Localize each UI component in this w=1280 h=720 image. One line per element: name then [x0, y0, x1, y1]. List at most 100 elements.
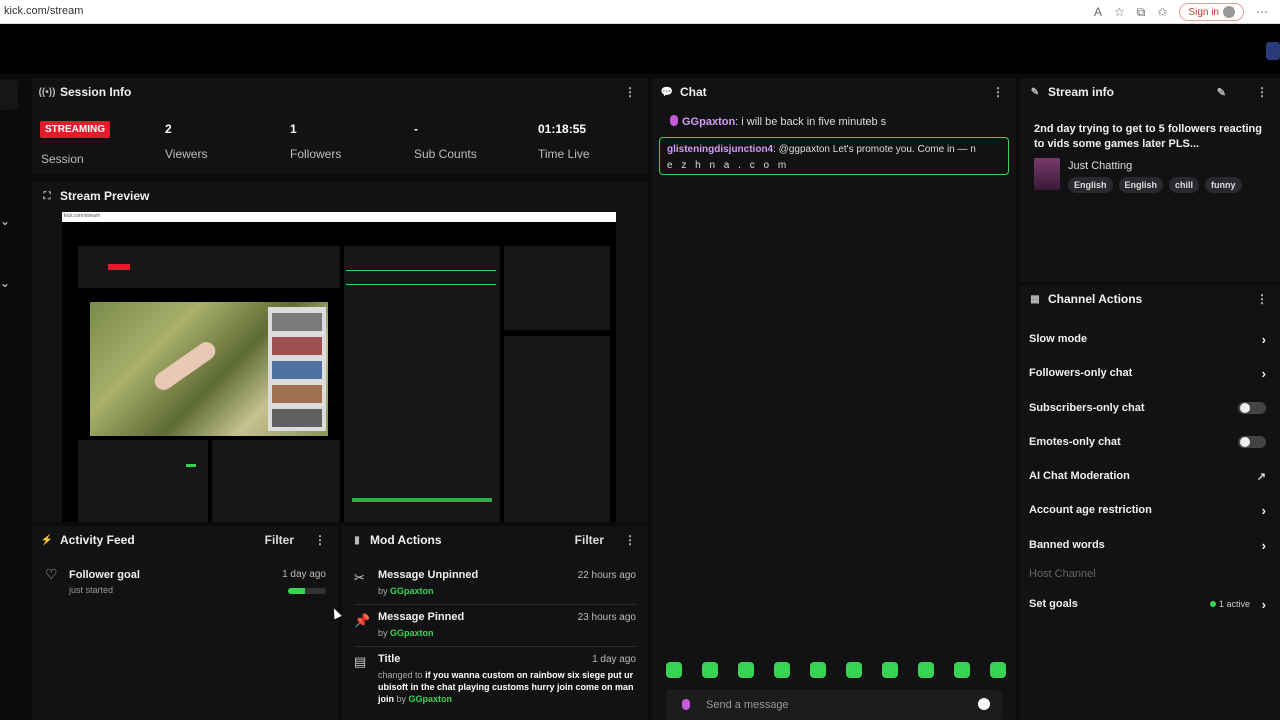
emotes-only-toggle[interactable] [1238, 436, 1266, 448]
stat-followers: 1 Followers [290, 122, 341, 161]
filter-button[interactable]: Filter [265, 533, 294, 547]
sign-in-label: Sign in [1188, 6, 1219, 18]
set-goals-row[interactable]: Set goals 1 active › [1029, 594, 1266, 614]
preview-browser-bar: kick.com/stream [62, 212, 616, 222]
row-label: AI Chat Moderation [1029, 470, 1130, 482]
stat-label: Sub Counts [414, 147, 477, 161]
followers-only-row[interactable]: Followers-only chat › [1029, 363, 1266, 383]
chat-input-box[interactable] [666, 690, 1002, 720]
host-channel-row: Host Channel [1029, 564, 1266, 584]
mic-icon [670, 115, 678, 126]
chat-bubble-icon: 💬 [660, 86, 674, 98]
mod-item-title: Message Pinned [378, 611, 465, 623]
emote-icon[interactable] [990, 662, 1006, 678]
more-menu-icon[interactable]: ⋯ [1256, 5, 1268, 19]
chat-username[interactable]: glisteningdisjunction4 [667, 144, 773, 155]
favorites-icon[interactable]: ✩ [1157, 5, 1167, 19]
emote-icon[interactable] [702, 662, 718, 678]
mod-author-link[interactable]: GGpaxton [390, 628, 434, 638]
panel-title: Channel Actions [1048, 292, 1143, 306]
lightning-icon: ⚡ [40, 534, 54, 546]
emote-icon[interactable] [954, 662, 970, 678]
row-label: Subscribers-only chat [1029, 402, 1145, 414]
stat-value: 1 [290, 122, 297, 136]
chat-message-text: : i will be back in five minuteb s [735, 116, 887, 128]
toggle-knob [1240, 437, 1250, 447]
kebab-menu-icon[interactable]: ⋮ [1256, 292, 1268, 306]
chat-message[interactable]: GGpaxton: i will be back in five minuteb… [670, 115, 886, 128]
shield-icon: ▮ [354, 534, 360, 546]
stat-label: Viewers [165, 147, 208, 161]
mod-author-link[interactable]: GGpaxton [390, 586, 434, 596]
heart-icon: ♡ [45, 566, 58, 582]
user-avatar[interactable] [1266, 42, 1280, 60]
kebab-menu-icon[interactable]: ⋮ [314, 533, 326, 547]
emoji-picker-icon[interactable] [978, 698, 990, 710]
emote-icon[interactable] [774, 662, 790, 678]
filter-button[interactable]: Filter [575, 533, 604, 547]
mod-item-title: Title [378, 653, 401, 665]
preview-mod-panel [212, 440, 340, 522]
chat-username[interactable]: GGpaxton [682, 116, 735, 128]
mod-by-prefix: by [378, 586, 388, 596]
emote-icon[interactable] [666, 662, 682, 678]
divider [354, 604, 636, 605]
kebab-menu-icon[interactable]: ⋮ [1256, 85, 1268, 99]
ai-moderation-row[interactable]: AI Chat Moderation ↗ [1029, 466, 1266, 486]
stat-sub-counts: - Sub Counts [414, 122, 477, 161]
extension-icon[interactable]: ⧉ [1137, 5, 1146, 20]
mod-actions-panel: ▮ Mod Actions Filter ⋮ ✂ Message Unpinne… [342, 526, 648, 720]
toggle-knob [1240, 403, 1250, 413]
emote-icon[interactable] [738, 662, 754, 678]
profile-avatar-icon [1223, 6, 1235, 18]
mod-changed-to: changed to [378, 670, 423, 680]
preview-webcam-image [90, 302, 328, 436]
sidebar-active-item[interactable] [0, 80, 18, 110]
kebab-menu-icon[interactable]: ⋮ [624, 85, 636, 99]
session-label: Session [41, 152, 84, 166]
read-aloud-icon[interactable]: A [1094, 5, 1102, 19]
browser-toolbar: kick.com/stream A ☆ ⧉ ✩ Sign in ⋯ [0, 0, 1280, 24]
pinned-message[interactable]: glisteningdisjunction4: @ggpaxton Let's … [659, 137, 1009, 175]
chevron-right-icon: › [1261, 502, 1266, 518]
preview-pinned-border [346, 270, 496, 271]
stat-value: - [414, 122, 418, 136]
preview-goal-bar [186, 464, 196, 467]
chevron-down-icon[interactable]: ⌄ [0, 276, 20, 290]
emote-bar [666, 662, 1006, 678]
chevron-right-icon: › [1261, 596, 1266, 612]
send-message-input[interactable] [706, 696, 956, 714]
divider [354, 646, 636, 647]
dashboard-topbar [0, 24, 1280, 74]
mod-item-title: Message Unpinned [378, 569, 479, 581]
mod-item-author: by GGpaxton [378, 628, 434, 638]
favorite-star-icon[interactable]: ☆ [1114, 5, 1125, 19]
sign-in-button[interactable]: Sign in [1179, 3, 1244, 21]
kebab-menu-icon[interactable]: ⋮ [624, 533, 636, 547]
emote-icon[interactable] [810, 662, 826, 678]
stat-time-live: 01:18:55 Time Live [538, 122, 590, 161]
account-age-row[interactable]: Account age restriction › [1029, 500, 1266, 520]
chevron-down-icon[interactable]: ⌄ [0, 214, 20, 228]
emote-icon[interactable] [846, 662, 862, 678]
mod-item-author: by GGpaxton [378, 586, 434, 596]
edit-pencil-icon[interactable]: ✎ [1217, 86, 1226, 99]
feed-item-time: 1 day ago [282, 569, 326, 580]
stream-preview-video[interactable]: kick.com/stream [62, 212, 616, 522]
left-sidebar: ⌄ ⌄ [0, 74, 30, 720]
preview-arm-shape [151, 338, 219, 394]
stat-label: Followers [290, 147, 342, 161]
address-bar[interactable]: kick.com/stream [4, 5, 83, 17]
banned-words-row[interactable]: Banned words › [1029, 535, 1266, 555]
emote-icon[interactable] [918, 662, 934, 678]
mod-author-link[interactable]: GGpaxton [409, 694, 453, 704]
unpin-icon: ✂ [354, 570, 365, 585]
slow-mode-row[interactable]: Slow mode › [1029, 329, 1266, 349]
preview-thumb [272, 313, 322, 331]
subscribers-only-toggle[interactable] [1238, 402, 1266, 414]
kebab-menu-icon[interactable]: ⋮ [992, 85, 1004, 99]
emote-icon[interactable] [882, 662, 898, 678]
mod-item-description: changed to if you wanna custom on rainbo… [378, 669, 634, 705]
preview-icon: ⛶ [43, 190, 51, 202]
panel-header: 💬 Chat ⋮ [652, 78, 1016, 106]
